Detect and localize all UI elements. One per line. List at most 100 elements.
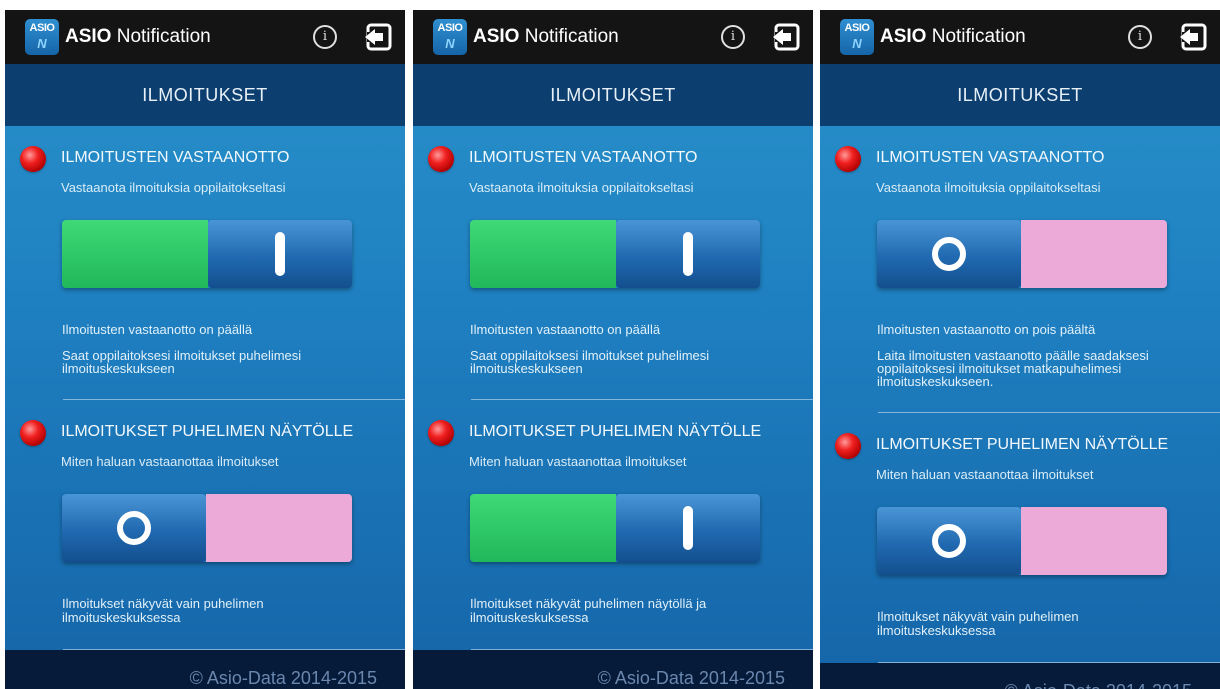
setting-title: ILMOITUKSET PUHELIMEN NÄYTÖLLE — [876, 436, 1169, 453]
app-logo: ASIO N — [25, 19, 59, 55]
setting-subtitle: Miten haluan vastaanottaa ilmoitukset — [61, 454, 279, 469]
receive-notifications-toggle[interactable] — [62, 220, 352, 288]
phone-screen-2: ASIO N ASIO Notification i ILMOITUKSET I… — [413, 10, 813, 689]
off-ring-icon — [932, 524, 966, 558]
setting-status: Ilmoitukset näkyvät puhelimen näytöllä j… — [470, 596, 707, 625]
toggle-knob[interactable] — [616, 220, 760, 288]
toggle-knob[interactable] — [616, 494, 760, 562]
settings-list: ILMOITUSTEN VASTAANOTTO Vastaanota ilmoi… — [413, 126, 813, 650]
status-indicator-icon — [20, 146, 46, 172]
settings-list: ILMOITUSTEN VASTAANOTTO Vastaanota ilmoi… — [5, 126, 405, 650]
setting-show-on-screen: ILMOITUKSET PUHELIMEN NÄYTÖLLE Miten hal… — [20, 400, 405, 650]
setting-status: Ilmoitukset näkyvät vain puhelimen ilmoi… — [877, 609, 1079, 638]
setting-title: ILMOITUKSET PUHELIMEN NÄYTÖLLE — [469, 423, 762, 440]
divider — [471, 649, 813, 650]
show-on-screen-toggle[interactable] — [470, 494, 760, 562]
page-title: ILMOITUKSET — [5, 64, 405, 126]
receive-notifications-toggle[interactable] — [470, 220, 760, 288]
logo-top-text: ASIO — [437, 22, 463, 34]
app-title: ASIO Notification — [880, 26, 1128, 48]
toggle-knob[interactable] — [877, 507, 1021, 575]
show-on-screen-toggle[interactable] — [62, 494, 352, 562]
setting-header: ILMOITUKSET PUHELIMEN NÄYTÖLLE — [428, 420, 798, 446]
setting-receive-notifications: ILMOITUSTEN VASTAANOTTO Vastaanota ilmoi… — [20, 126, 405, 400]
status-indicator-icon — [835, 146, 861, 172]
setting-title: ILMOITUSTEN VASTAANOTTO — [876, 149, 1105, 166]
off-ring-icon — [932, 237, 966, 271]
page-title: ILMOITUKSET — [413, 64, 813, 126]
toggle-off-segment — [206, 494, 352, 562]
info-icon[interactable]: i — [721, 25, 745, 49]
app-title: ASIO Notification — [65, 26, 313, 48]
setting-status: Ilmoitusten vastaanotto on päällä — [62, 322, 253, 337]
app-logo: ASIO N — [840, 19, 874, 55]
app-title-bold: ASIO — [473, 26, 520, 47]
setting-status: Ilmoitusten vastaanotto on pois päältä — [877, 322, 1096, 337]
toggle-knob[interactable] — [208, 220, 352, 288]
toggle-knob[interactable] — [62, 494, 206, 562]
setting-status: Ilmoitukset näkyvät vain puhelimen ilmoi… — [62, 596, 264, 625]
phone-screen-3: ASIO N ASIO Notification i ILMOITUKSET I… — [820, 10, 1220, 689]
status-indicator-icon — [428, 420, 454, 446]
setting-receive-notifications: ILMOITUSTEN VASTAANOTTO Vastaanota ilmoi… — [428, 126, 813, 400]
app-logo: ASIO N — [433, 19, 467, 55]
info-icon[interactable]: i — [313, 25, 337, 49]
setting-header: ILMOITUSTEN VASTAANOTTO — [835, 146, 1205, 172]
app-title-bold: ASIO — [880, 26, 927, 47]
toggle-off-segment — [1021, 220, 1167, 288]
app-title-rest: Notification — [111, 26, 211, 47]
receive-notifications-toggle[interactable] — [877, 220, 1167, 288]
toggle-on-segment — [470, 220, 616, 288]
setting-show-on-screen: ILMOITUKSET PUHELIMEN NÄYTÖLLE Miten hal… — [428, 400, 813, 650]
footer-copyright: © Asio-Data 2014-2015 — [413, 650, 813, 689]
setting-subtitle: Vastaanota ilmoituksia oppilaitokseltasi — [876, 180, 1101, 195]
info-icon[interactable]: i — [1128, 25, 1152, 49]
setting-title: ILMOITUKSET PUHELIMEN NÄYTÖLLE — [61, 423, 354, 440]
app-title-bold: ASIO — [65, 26, 112, 47]
setting-description: Laita ilmoitusten vastaanotto päälle saa… — [877, 348, 1149, 389]
setting-description: Saat oppilaitoksesi ilmoitukset puhelime… — [62, 348, 302, 376]
app-title-rest: Notification — [926, 26, 1026, 47]
logo-top-text: ASIO — [29, 22, 55, 34]
logout-icon[interactable] — [365, 23, 393, 51]
setting-header: ILMOITUSTEN VASTAANOTTO — [428, 146, 798, 172]
on-bar-icon — [683, 232, 693, 276]
setting-header: ILMOITUKSET PUHELIMEN NÄYTÖLLE — [20, 420, 390, 446]
setting-title: ILMOITUSTEN VASTAANOTTO — [469, 149, 698, 166]
setting-description: Saat oppilaitoksesi ilmoitukset puhelime… — [470, 348, 710, 376]
logo-bottom-text: N — [852, 36, 862, 51]
toggle-on-segment — [62, 220, 208, 288]
phone-screen-1: ASIO N ASIO Notification i ILMOITUKSET I… — [5, 10, 405, 689]
status-indicator-icon — [428, 146, 454, 172]
status-indicator-icon — [835, 433, 861, 459]
setting-subtitle: Vastaanota ilmoituksia oppilaitokseltasi — [469, 180, 694, 195]
setting-header: ILMOITUSTEN VASTAANOTTO — [20, 146, 390, 172]
setting-subtitle: Miten haluan vastaanottaa ilmoitukset — [469, 454, 687, 469]
setting-subtitle: Miten haluan vastaanottaa ilmoitukset — [876, 467, 1094, 482]
on-bar-icon — [683, 506, 693, 550]
setting-show-on-screen: ILMOITUKSET PUHELIMEN NÄYTÖLLE Miten hal… — [835, 413, 1220, 663]
divider — [878, 662, 1220, 663]
logo-bottom-text: N — [445, 36, 455, 51]
logout-icon[interactable] — [773, 23, 801, 51]
setting-receive-notifications: ILMOITUSTEN VASTAANOTTO Vastaanota ilmoi… — [835, 126, 1220, 413]
setting-header: ILMOITUKSET PUHELIMEN NÄYTÖLLE — [835, 433, 1205, 459]
off-ring-icon — [117, 511, 151, 545]
logo-top-text: ASIO — [844, 22, 870, 34]
settings-list: ILMOITUSTEN VASTAANOTTO Vastaanota ilmoi… — [820, 126, 1220, 663]
toggle-knob[interactable] — [877, 220, 1021, 288]
status-indicator-icon — [20, 420, 46, 446]
footer-copyright: © Asio-Data 2014-2015 — [5, 650, 405, 689]
setting-status: Ilmoitusten vastaanotto on päällä — [470, 322, 661, 337]
toggle-on-segment — [470, 494, 616, 562]
app-bar: ASIO N ASIO Notification i — [5, 10, 405, 64]
logo-bottom-text: N — [37, 36, 47, 51]
show-on-screen-toggle[interactable] — [877, 507, 1167, 575]
toggle-off-segment — [1021, 507, 1167, 575]
setting-subtitle: Vastaanota ilmoituksia oppilaitokseltasi — [61, 180, 286, 195]
app-bar: ASIO N ASIO Notification i — [820, 10, 1220, 64]
footer-copyright: © Asio-Data 2014-2015 — [820, 663, 1220, 689]
logout-icon[interactable] — [1180, 23, 1208, 51]
page-title: ILMOITUKSET — [820, 64, 1220, 126]
on-bar-icon — [275, 232, 285, 276]
